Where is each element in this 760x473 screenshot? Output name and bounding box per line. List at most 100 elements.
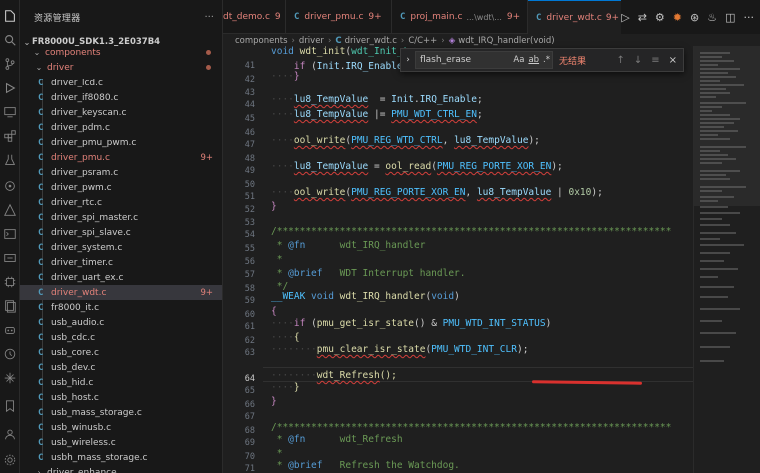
breadcrumb-item[interactable]: wdt_IRQ_handler(void) xyxy=(458,36,554,46)
code-editor[interactable]: 41 42 43 44 45 46 47 48 49 50 51 52 53 54 55 56 57 58 59 60… xyxy=(223,46,693,473)
tree-file[interactable]: Cdriver_pmu.c 9+ xyxy=(20,150,222,165)
c-file-icon: C xyxy=(38,107,44,118)
breadcrumb-item[interactable]: components xyxy=(235,36,288,46)
processor-icon[interactable] xyxy=(2,274,18,290)
terminal-icon[interactable] xyxy=(2,226,18,242)
chevron-right-icon[interactable]: › xyxy=(401,55,415,65)
tree-item-label: components xyxy=(45,47,101,58)
match-case-toggle[interactable]: Aa xyxy=(513,55,524,65)
tree-file[interactable]: Cdriver_pwm.c xyxy=(20,180,222,195)
tree-folder[interactable]: ⌄ driver xyxy=(20,60,222,75)
minimap[interactable] xyxy=(693,46,760,473)
more-actions-icon[interactable]: ··· xyxy=(204,12,214,23)
tree-file[interactable]: Cdriver_pmu_pwm.c xyxy=(20,135,222,150)
c-file-icon: C xyxy=(38,257,44,268)
remote-explorer-icon[interactable] xyxy=(2,104,18,120)
tree-file[interactable]: Cusbh_mass_storage.c xyxy=(20,450,222,465)
timeline-icon[interactable] xyxy=(2,346,18,362)
minimap-line xyxy=(700,178,730,180)
tree-file[interactable]: Cdriver_uart_ex.c xyxy=(20,270,222,285)
breadcrumb-item[interactable]: driver_wdt.c xyxy=(345,36,397,46)
tree-file[interactable]: Cfr8000_it.c xyxy=(20,300,222,315)
copilot-icon[interactable] xyxy=(2,322,18,338)
menu-lines-icon[interactable]: ≡ xyxy=(651,55,659,66)
line-number: 55 xyxy=(244,244,255,254)
find-input[interactable]: flash_erase Aa ab .* xyxy=(415,51,553,69)
line-number: 42 xyxy=(244,75,255,85)
chevron-right-icon: › xyxy=(37,468,41,473)
search-icon[interactable] xyxy=(2,32,18,48)
tree-item-label: driver xyxy=(47,62,74,73)
settings-gear-icon[interactable] xyxy=(2,452,18,468)
tree-file[interactable]: Cusb_hid.c xyxy=(20,375,222,390)
line-number: 60 xyxy=(244,310,255,320)
c-file-icon: C xyxy=(38,392,44,403)
arrow-up-icon[interactable]: ↑ xyxy=(616,55,624,66)
c-file-icon: C xyxy=(38,272,44,283)
tab-driver-pmu[interactable]: C driver_pmu.c 9+ xyxy=(286,0,392,34)
tree-file[interactable]: Cusb_cdc.c xyxy=(20,330,222,345)
tree-file[interactable]: Cusb_winusb.c xyxy=(20,420,222,435)
more-actions-icon[interactable]: ··· xyxy=(744,11,755,24)
tree-file[interactable]: Cusb_audio.c xyxy=(20,315,222,330)
tree-file[interactable]: Cdriver_timer.c xyxy=(20,255,222,270)
copilot-icon[interactable]: ⊛ xyxy=(690,11,699,24)
minimap-line xyxy=(700,170,740,172)
extensions-icon[interactable] xyxy=(2,128,18,144)
tree-file[interactable]: Cdriver_wdt.c 9+ xyxy=(20,285,222,300)
split-compare-icon[interactable]: ⇄ xyxy=(638,11,647,24)
arrow-down-icon[interactable]: ↓ xyxy=(634,55,642,66)
tree-file[interactable]: Cdriver_keyscan.c xyxy=(20,105,222,120)
code-line-47: ····ool_write(PMU_REG_WTD_CTRL, lu8_Temp… xyxy=(271,135,540,146)
sparkle-icon[interactable] xyxy=(2,370,18,386)
tab-driver-wdt[interactable]: C driver_wdt.c 9+ × xyxy=(528,0,633,34)
minimap-line xyxy=(700,64,718,66)
c-file-icon: C xyxy=(38,92,44,103)
bug-icon[interactable]: ✹ xyxy=(673,11,682,24)
tree-file[interactable]: Cdriver_rtc.c xyxy=(20,195,222,210)
code-line-54: /***************************************… xyxy=(271,226,672,237)
tree-file[interactable]: Cusb_mass_storage.c xyxy=(20,405,222,420)
tree-folder[interactable]: ⌄ components xyxy=(20,45,222,60)
tree-file[interactable]: Cusb_core.c xyxy=(20,345,222,360)
close-icon[interactable]: × xyxy=(669,55,677,66)
tree-file[interactable]: Cusb_dev.c xyxy=(20,360,222,375)
tree-file[interactable]: Cdriver_spi_master.c xyxy=(20,210,222,225)
explorer-icon[interactable] xyxy=(2,8,18,24)
c-file-icon: C xyxy=(38,377,44,388)
run-debug-icon[interactable] xyxy=(2,80,18,96)
minimap-line xyxy=(700,114,730,116)
serial-monitor-icon[interactable] xyxy=(2,250,18,266)
regex-toggle[interactable]: .* xyxy=(543,55,550,65)
tree-file[interactable]: Cdriver_if8080.c xyxy=(20,90,222,105)
tree-file[interactable]: Cusb_wireless.c xyxy=(20,435,222,450)
tree-file[interactable]: Cdriver_system.c xyxy=(20,240,222,255)
bookmark-icon[interactable] xyxy=(2,398,18,414)
source-control-icon[interactable] xyxy=(2,56,18,72)
tree-folder[interactable]: › driver_enhance xyxy=(20,465,222,473)
c-file-icon: C xyxy=(294,12,300,22)
tab-badge: 9+ xyxy=(605,12,620,23)
pages-icon[interactable] xyxy=(2,298,18,314)
match-word-toggle[interactable]: ab xyxy=(528,55,539,65)
tab-dt-demo[interactable]: dt_demo.c 9 xyxy=(223,0,286,34)
tree-item-label: driver_psram.c xyxy=(51,167,119,178)
tree-file[interactable]: Cusb_host.c xyxy=(20,390,222,405)
flame-icon[interactable]: ♨ xyxy=(707,11,717,24)
tree-file[interactable]: Cdriver_lcd.c xyxy=(20,79,222,87)
tab-proj-main[interactable]: C proj_main.c ...\wdt\... 9+ xyxy=(392,0,528,34)
split-editor-icon[interactable]: ◫ xyxy=(725,11,735,24)
breadcrumb-item[interactable]: C/C++ xyxy=(408,36,437,46)
chip-icon[interactable] xyxy=(2,178,18,194)
line-number: 65 xyxy=(244,386,255,396)
tree-file[interactable]: Cdriver_psram.c xyxy=(20,165,222,180)
tree-file[interactable]: Cdriver_pdm.c xyxy=(20,120,222,135)
run-icon[interactable]: ▷ xyxy=(621,11,629,24)
testing-icon[interactable] xyxy=(2,152,18,168)
settings-gear-icon[interactable]: ⚙ xyxy=(655,11,665,24)
tree-file[interactable]: Cdriver_spi_slave.c xyxy=(20,225,222,240)
breadcrumb-item[interactable]: driver xyxy=(299,36,324,46)
account-icon[interactable] xyxy=(2,426,18,442)
cmake-icon[interactable] xyxy=(2,202,18,218)
c-file-icon: C xyxy=(38,122,44,133)
